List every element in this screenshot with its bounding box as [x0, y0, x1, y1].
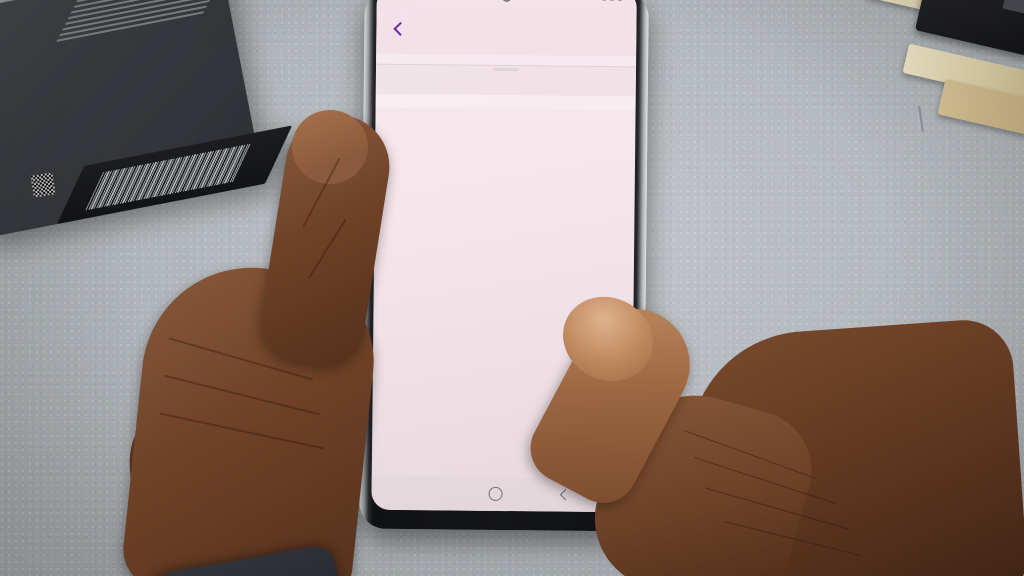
android-navigation-bar — [371, 475, 632, 513]
app-title-bar — [376, 3, 637, 57]
nav-home-button[interactable] — [488, 486, 504, 502]
status-icons — [601, 0, 623, 2]
wifi-icon — [609, 0, 615, 2]
channel-watermark — [976, 534, 1016, 568]
nav-back-button[interactable] — [559, 489, 570, 500]
left-hand-palm — [119, 256, 383, 576]
photo-scene — [0, 0, 1024, 576]
smartphone — [359, 0, 649, 532]
metal-nail — [918, 105, 924, 133]
right-hand-palm — [680, 316, 1024, 576]
scroll-handle[interactable] — [492, 67, 520, 72]
background-wood-clamp-object — [844, 0, 1024, 142]
available-items-pane — [375, 93, 636, 111]
wrist-watch-band — [135, 543, 353, 576]
signal-icon — [601, 0, 607, 2]
back-chevron-icon[interactable] — [390, 21, 406, 37]
battery-icon — [617, 0, 623, 2]
front-camera-punch-hole — [502, 0, 512, 3]
scroll-seam-strip — [375, 63, 637, 97]
left-thumb-tip — [292, 110, 368, 184]
phone-screen[interactable] — [371, 0, 637, 513]
box-qr-code — [30, 172, 56, 198]
left-hand-knuckles — [124, 383, 340, 576]
product-box — [0, 0, 293, 272]
